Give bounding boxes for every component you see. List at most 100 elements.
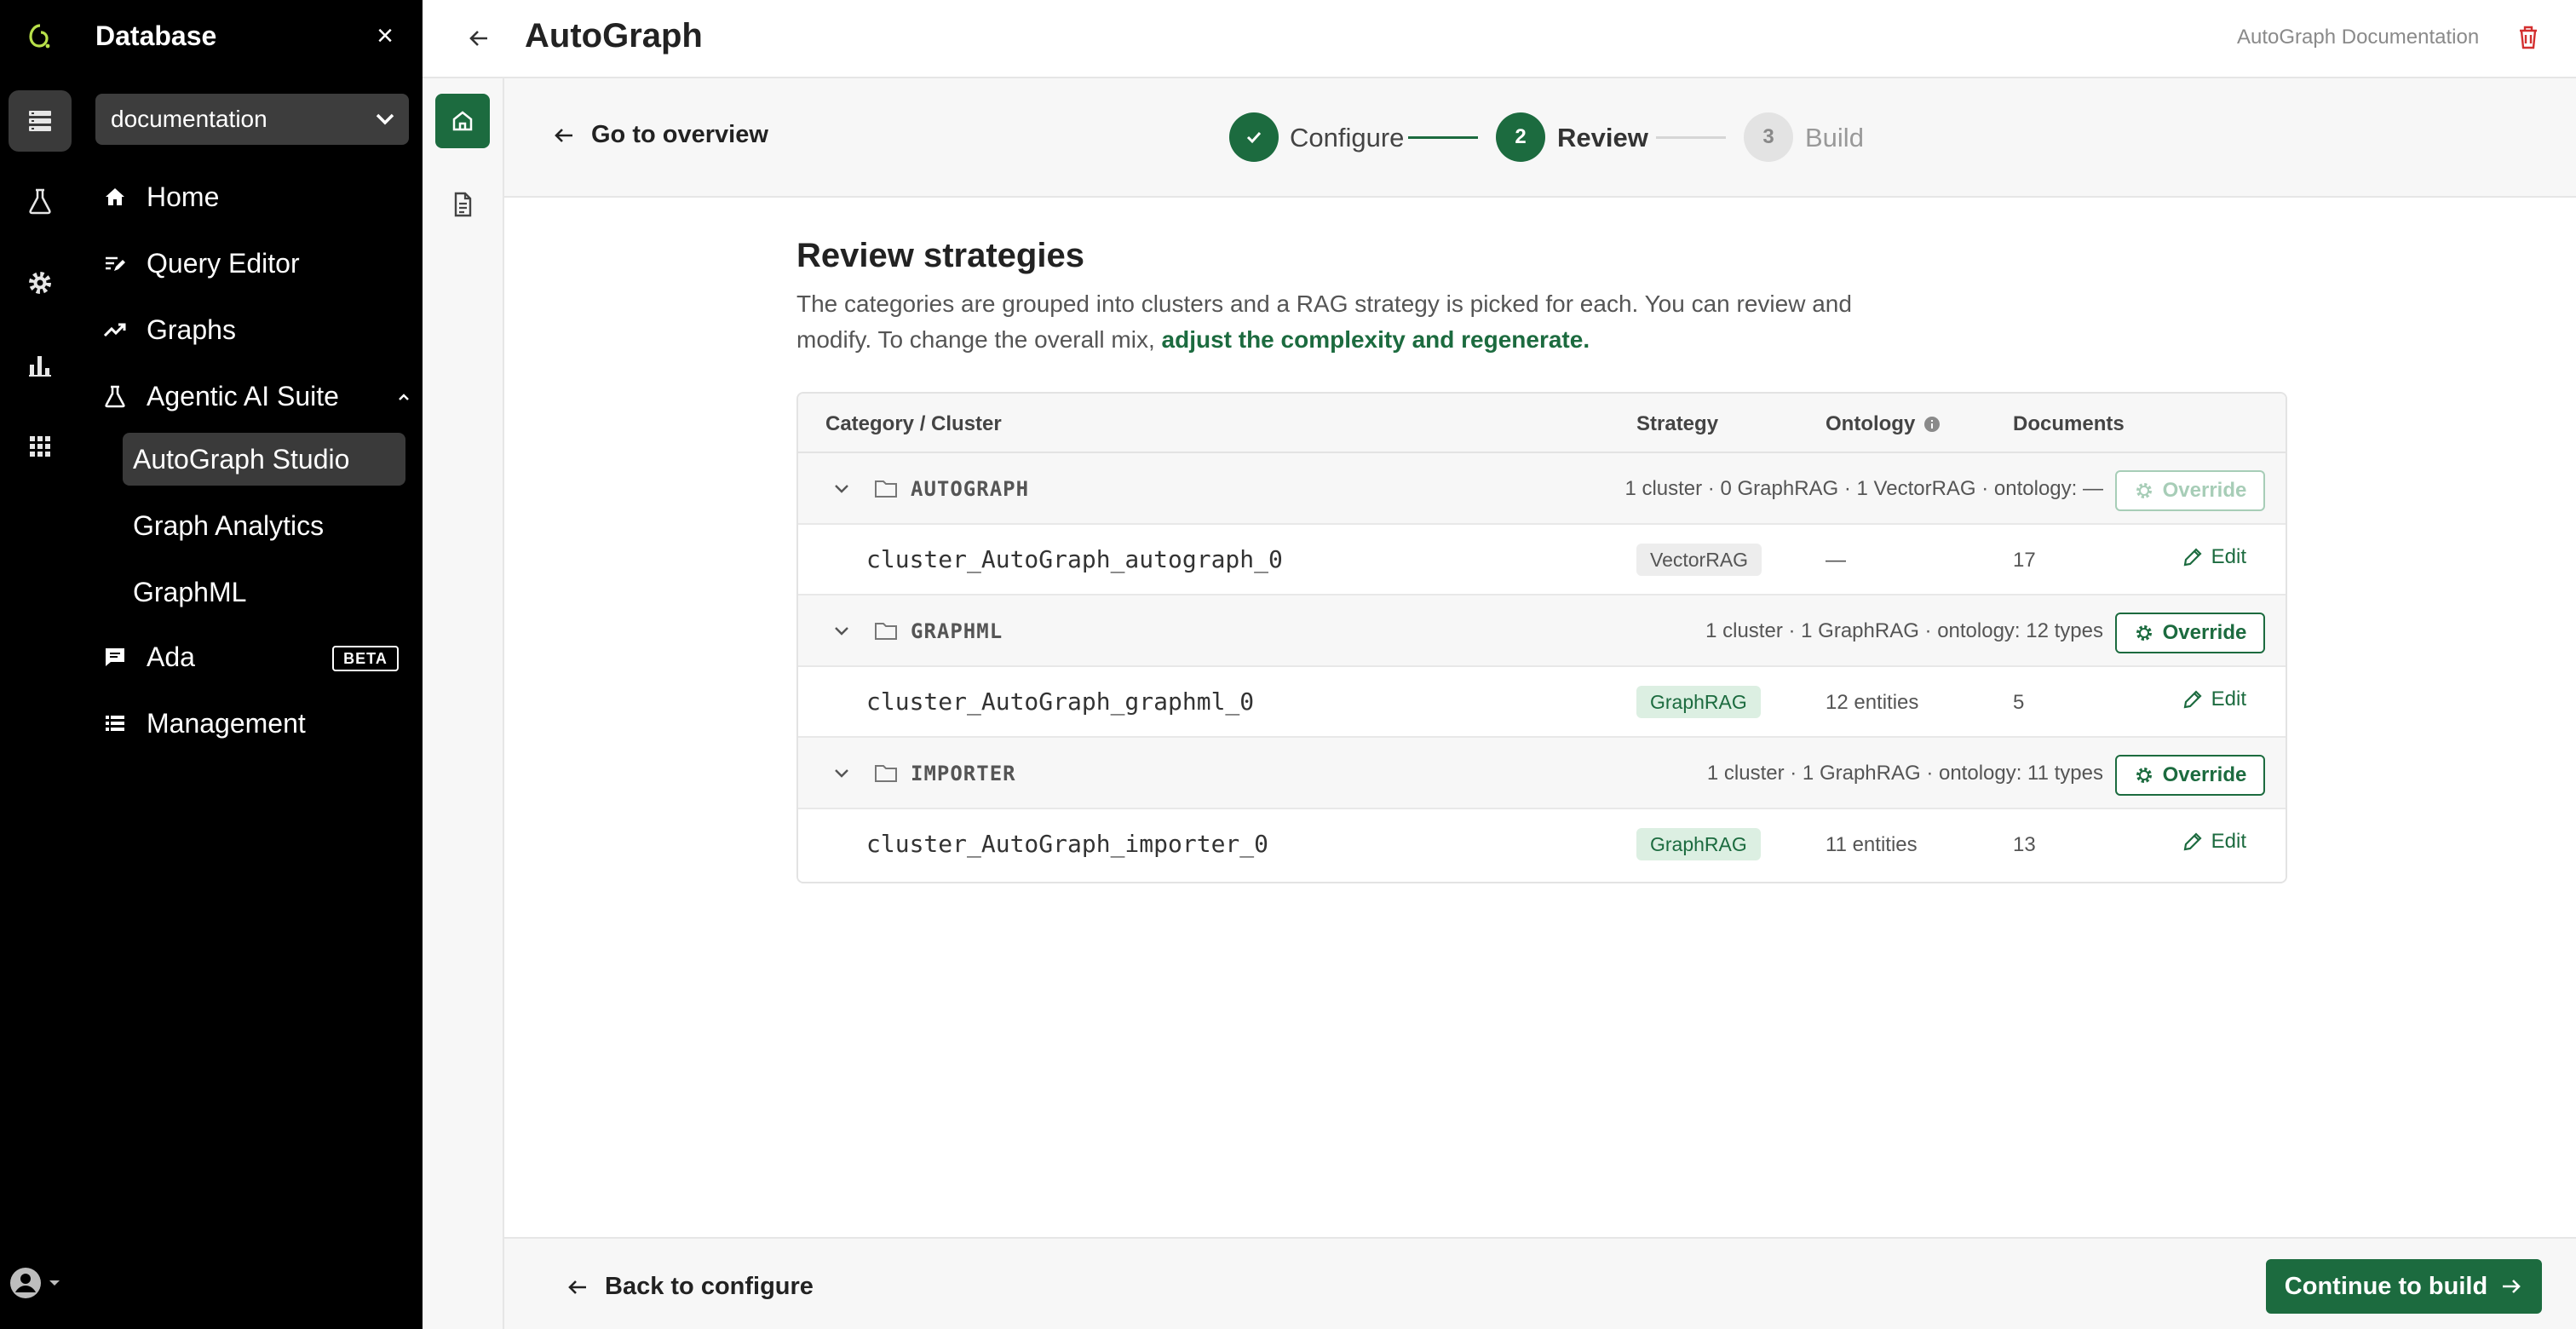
documentation-link[interactable]: AutoGraph Documentation [2237,26,2479,49]
sidebar-subitem-autograph-studio[interactable]: AutoGraph Studio [123,433,405,486]
home-icon [102,184,128,210]
stepper-bar: Go to overview Configure 2 Review 3 Buil… [504,78,2576,198]
group-row-importer[interactable]: IMPORTER 1 cluster · 1 GraphRAG · ontolo… [798,738,2286,809]
continue-to-build-button[interactable]: Continue to build [2266,1259,2542,1314]
strategy-badge: GraphRAG [1636,686,1761,718]
step-connector [1656,136,1726,139]
page-title: AutoGraph [525,17,703,55]
override-label: Override [2162,621,2247,644]
go-to-overview-link[interactable]: Go to overview [552,121,768,149]
group-summary: 1 cluster · 1 GraphRAG · ontology: 12 ty… [1705,619,2103,642]
step-review-number: 2 [1496,112,1545,162]
sidebar-item-management[interactable]: Management [102,699,306,748]
info-icon[interactable] [1923,416,1941,433]
step-review-label: Review [1557,123,1648,152]
database-icon[interactable] [9,90,72,152]
strategy-badge: GraphRAG [1636,828,1761,860]
gear-icon [2136,483,2152,498]
sidebar-item-graphs[interactable]: Graphs [102,305,236,354]
cluster-row: cluster_AutoGraph_graphml_0 GraphRAG 12 … [798,667,2286,738]
sidebar-item-label: Home [147,181,220,212]
cluster-documents: 17 [2013,549,2036,572]
folder-icon [875,623,897,640]
flask-icon[interactable] [9,170,72,232]
app-header: AutoGraph AutoGraph Documentation [423,0,2576,78]
arrow-left-icon [568,1280,586,1294]
icon-rail [0,0,82,1329]
pencil-icon [2183,548,2202,567]
group-name: AUTOGRAPH [911,477,1030,501]
edit-label: Edit [2211,830,2246,853]
caret-down-icon [49,1280,60,1286]
override-button[interactable]: Override [2115,613,2265,653]
column-header-ontology-label: Ontology [1826,412,1916,435]
adjust-complexity-link[interactable]: adjust the complexity and regenerate. [1162,326,1590,353]
back-arrow-icon[interactable] [463,22,496,55]
edit-label: Edit [2211,545,2246,568]
table-header: Category / Cluster Strategy Ontology Doc… [798,394,2286,453]
sidebar-subitem-graphml[interactable]: GraphML [123,566,405,618]
sidebar-subitem-label: GraphML [133,576,247,607]
column-header-documents: Documents [2013,412,2125,435]
cluster-documents: 5 [2013,691,2025,714]
cluster-documents: 13 [2013,833,2036,856]
folder-icon [875,765,897,782]
sidebar-title: Database [95,20,217,51]
cluster-ontology: — [1826,549,1846,572]
column-header-strategy: Strategy [1636,412,1719,435]
cluster-name: cluster_AutoGraph_importer_0 [866,830,1269,858]
sidebar-item-agentic-ai-suite[interactable]: Agentic AI Suite [102,371,419,421]
back-to-configure-label: Back to configure [605,1273,814,1300]
database-select[interactable]: documentation [95,94,409,145]
sidebar-subitem-graph-analytics[interactable]: Graph Analytics [123,499,405,552]
group-row-graphml[interactable]: GRAPHML 1 cluster · 1 GraphRAG · ontolog… [798,595,2286,667]
arrow-right-icon [2503,1280,2521,1293]
cluster-name: cluster_AutoGraph_graphml_0 [866,688,1255,716]
apps-grid-icon[interactable] [9,416,72,477]
sidebar-item-home[interactable]: Home [102,172,219,222]
section-description: The categories are grouped into clusters… [796,286,1904,358]
document-icon[interactable] [435,177,490,232]
edit-button[interactable]: Edit [2181,545,2246,569]
override-button[interactable]: Override [2115,470,2265,511]
go-to-overview-label: Go to overview [591,121,768,148]
trash-icon[interactable] [2513,22,2544,53]
cluster-row: cluster_AutoGraph_autograph_0 VectorRAG … [798,525,2286,595]
step-configure-label: Configure [1290,123,1405,152]
sidebar-item-query-editor[interactable]: Query Editor [102,239,300,288]
group-row-autograph[interactable]: AUTOGRAPH 1 cluster · 0 GraphRAG · 1 Vec… [798,453,2286,525]
chevron-down-icon[interactable] [831,477,853,499]
chevron-down-icon[interactable] [831,762,853,784]
beta-badge: BETA [332,646,399,671]
back-to-configure-button[interactable]: Back to configure [566,1273,814,1301]
group-name: GRAPHML [911,619,1003,643]
pencil-icon [2183,690,2202,709]
chevron-down-icon[interactable] [831,619,853,641]
step-connector [1408,136,1478,139]
edit-button[interactable]: Edit [2181,688,2246,711]
strategy-badge: VectorRAG [1636,544,1762,576]
sidebar-item-label: Agentic AI Suite [147,380,339,411]
user-menu[interactable] [9,1266,63,1300]
edit-label: Edit [2211,688,2246,711]
column-header-category: Category / Cluster [825,412,1002,435]
folder-icon [875,480,897,498]
group-name: IMPORTER [911,762,1016,785]
home-icon[interactable] [435,94,490,148]
sidebar-subitem-label: Graph Analytics [133,509,325,541]
user-account-icon [10,1268,41,1298]
bar-chart-icon[interactable] [9,334,72,395]
sidebar-subitem-label: AutoGraph Studio [133,443,350,475]
edit-button[interactable]: Edit [2181,830,2246,854]
pencil-icon [2183,832,2202,851]
override-button[interactable]: Override [2115,755,2265,796]
flask-icon [102,383,128,409]
step-build-label: Build [1805,123,1864,152]
close-icon[interactable]: × [368,19,402,53]
sidebar-item-label: Management [147,707,306,739]
group-summary: 1 cluster · 0 GraphRAG · 1 VectorRAG · o… [1624,477,2103,500]
gear-icon[interactable] [9,252,72,314]
step-build-number: 3 [1744,112,1793,162]
chevron-down-icon [376,113,394,125]
app-logo-icon[interactable] [9,7,72,68]
